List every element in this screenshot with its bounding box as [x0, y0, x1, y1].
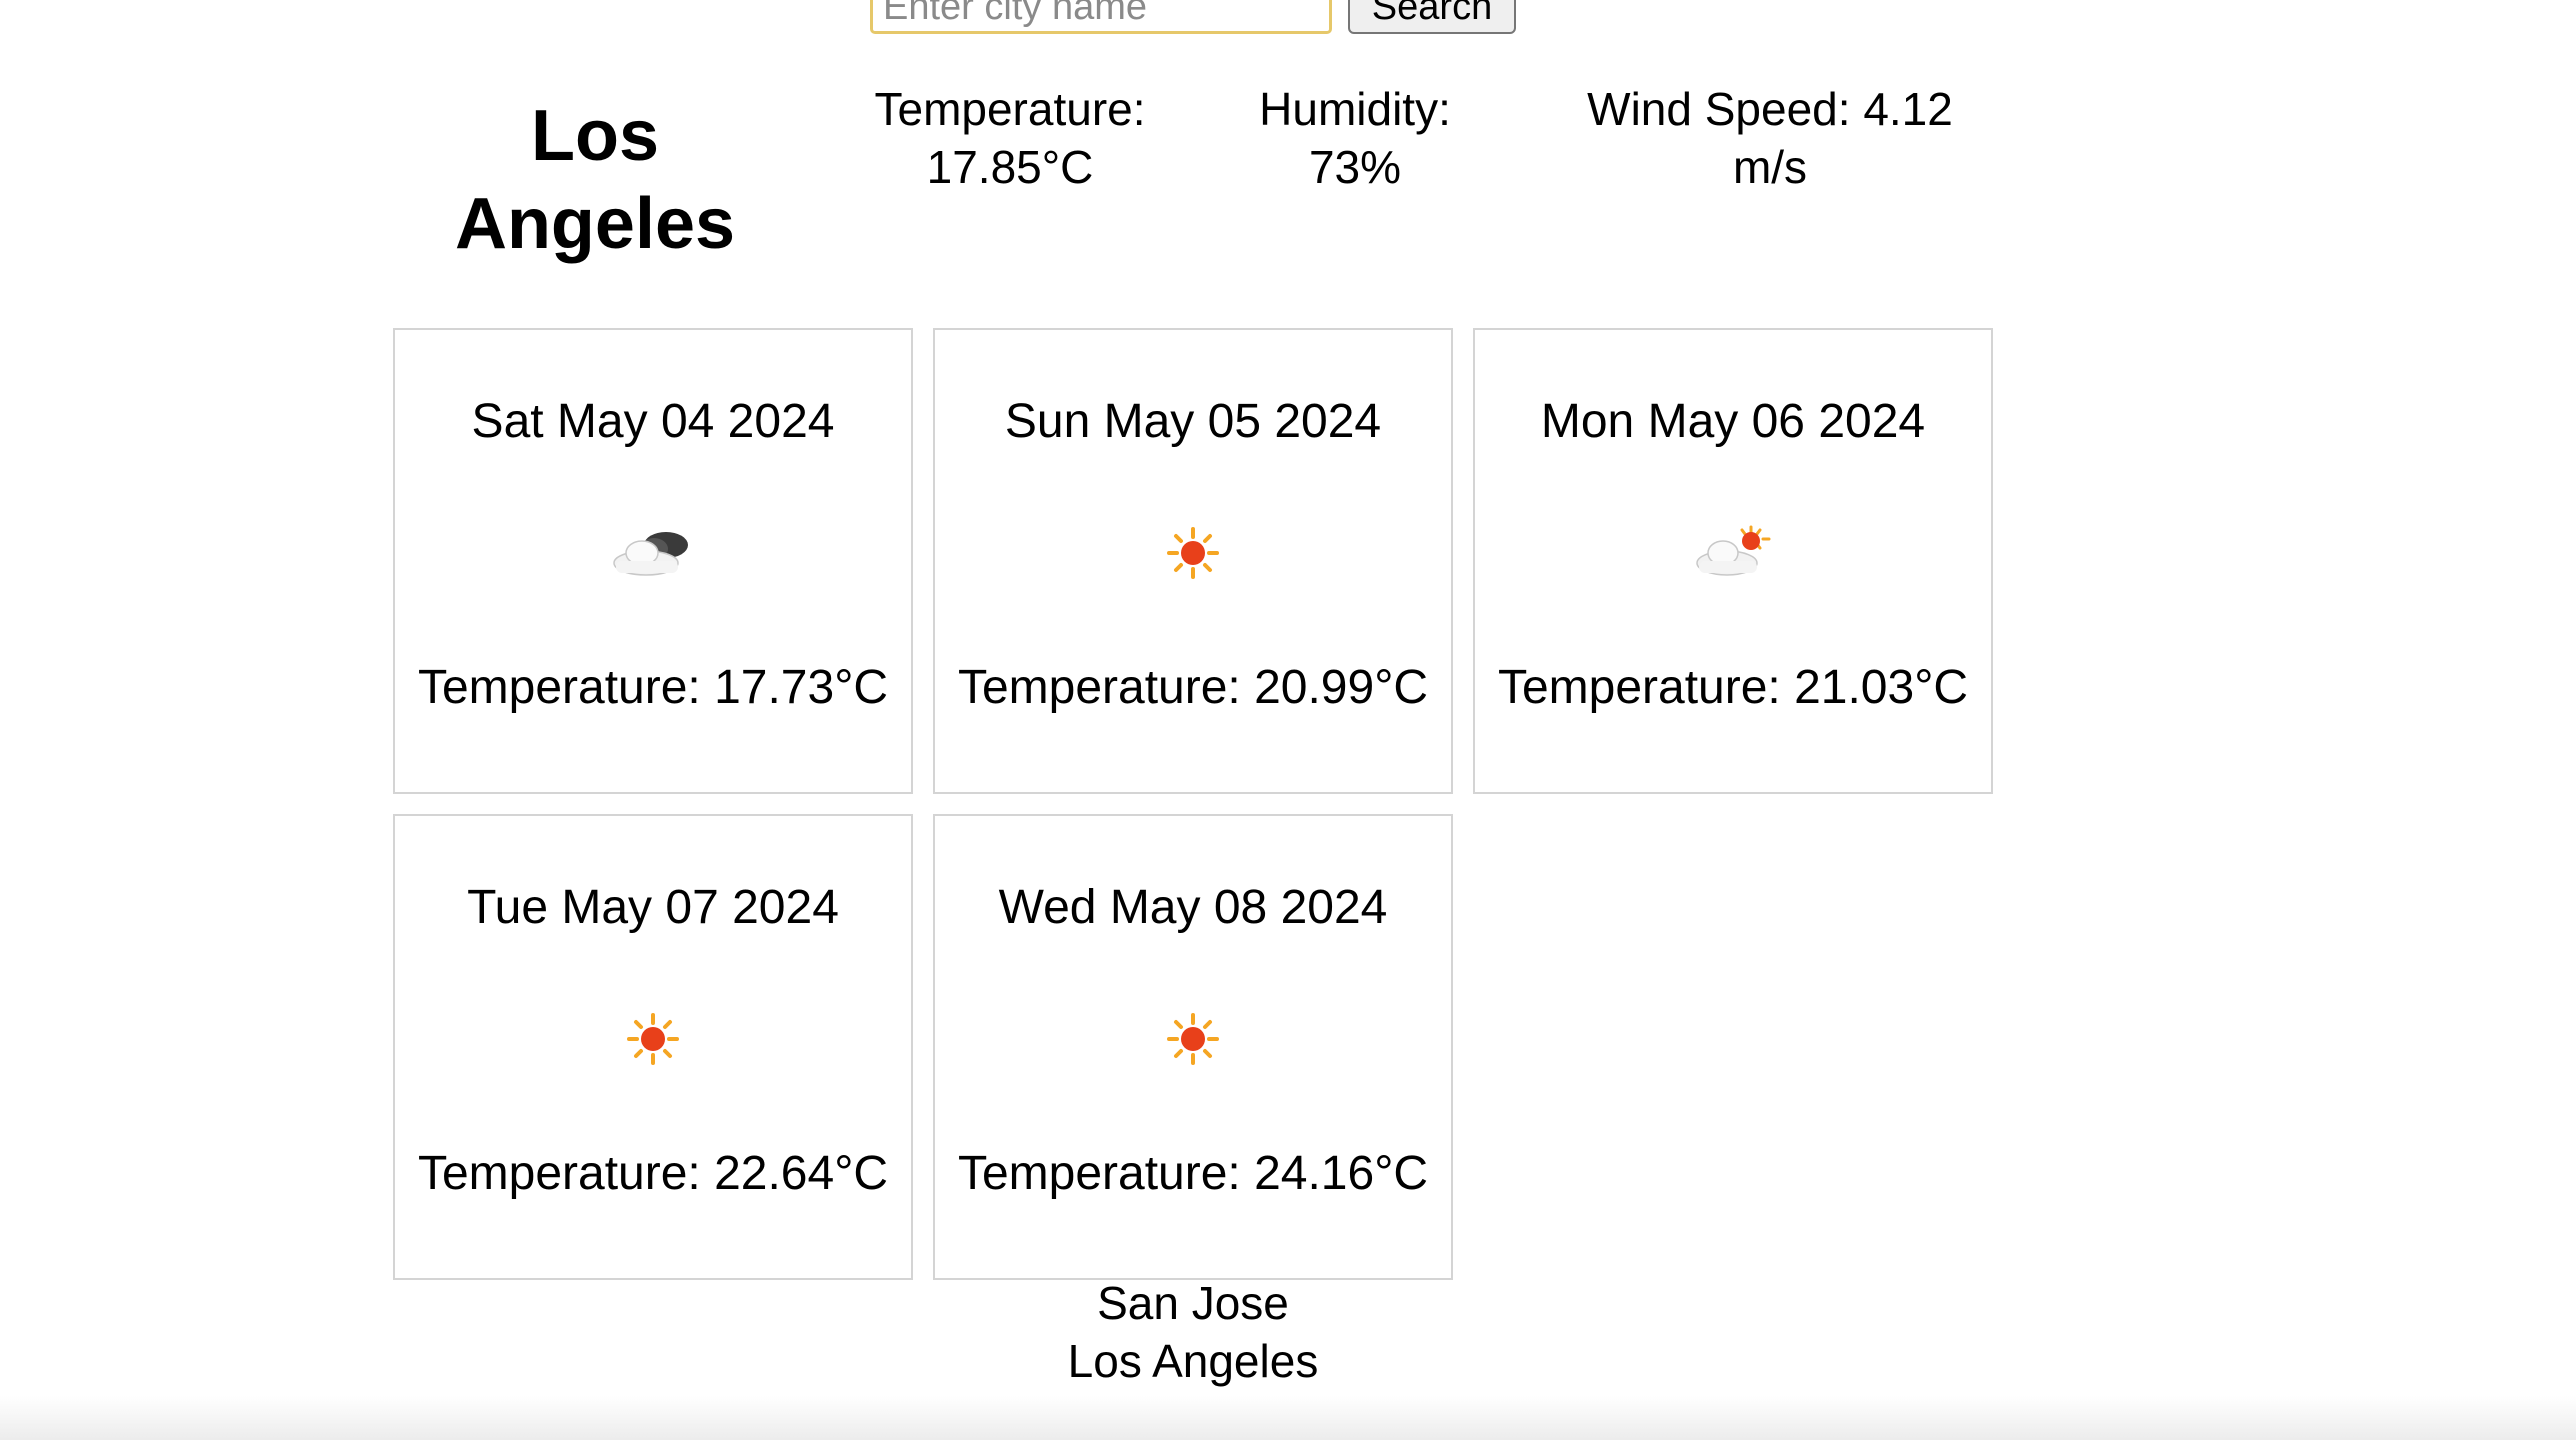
- forecast-card: Mon May 06 2024 Temperature: 21.03°C: [1473, 328, 1993, 794]
- sun-icon: [935, 1004, 1451, 1074]
- partly-cloudy-icon: [1475, 518, 1991, 588]
- forecast-card: Tue May 07 2024 Temperature: 22.64°C: [393, 814, 913, 1280]
- recent-city-item[interactable]: San Jose: [933, 1274, 1453, 1332]
- forecast-card: Sun May 05 2024 Temperature: 20.99°C: [933, 328, 1453, 794]
- sun-icon: [395, 1004, 911, 1074]
- forecast-date: Wed May 08 2024: [998, 881, 1388, 934]
- current-temperature: Temperature: 17.85°C: [874, 83, 1146, 193]
- search-button[interactable]: Search: [1348, 0, 1516, 34]
- bottom-scroll-edge: [0, 1396, 2576, 1440]
- forecast-temperature: Temperature: 20.99°C: [957, 661, 1429, 714]
- current-wind-speed: Wind Speed: 4.12 m/s: [1587, 83, 1953, 193]
- recent-cities-list: San Jose Los Angeles: [933, 1274, 1453, 1390]
- sun-icon: [935, 518, 1451, 588]
- city-name: Los Angeles: [454, 96, 736, 264]
- city-search-input[interactable]: [870, 0, 1332, 34]
- forecast-card: Wed May 08 2024 Temperature: 24.16°C: [933, 814, 1453, 1280]
- forecast-date: Sat May 04 2024: [471, 395, 835, 448]
- forecast-card: Sat May 04 2024 Temperature: 17.73°C: [393, 328, 913, 794]
- forecast-temperature: Temperature: 24.16°C: [957, 1147, 1429, 1200]
- forecast-date: Sun May 05 2024: [1004, 395, 1382, 448]
- forecast-date: Mon May 06 2024: [1540, 395, 1926, 448]
- forecast-date: Tue May 07 2024: [467, 881, 839, 934]
- forecast-temperature: Temperature: 22.64°C: [417, 1147, 889, 1200]
- recent-city-item[interactable]: Los Angeles: [933, 1332, 1453, 1390]
- forecast-temperature: Temperature: 21.03°C: [1497, 661, 1969, 714]
- search-bar: Search: [870, 0, 1516, 34]
- current-weather: Los Angeles Temperature: 17.85°C Humidit…: [390, 80, 2000, 280]
- cloudy-icon: [395, 518, 911, 588]
- forecast-temperature: Temperature: 17.73°C: [417, 661, 889, 714]
- current-humidity: Humidity: 73%: [1259, 83, 1451, 193]
